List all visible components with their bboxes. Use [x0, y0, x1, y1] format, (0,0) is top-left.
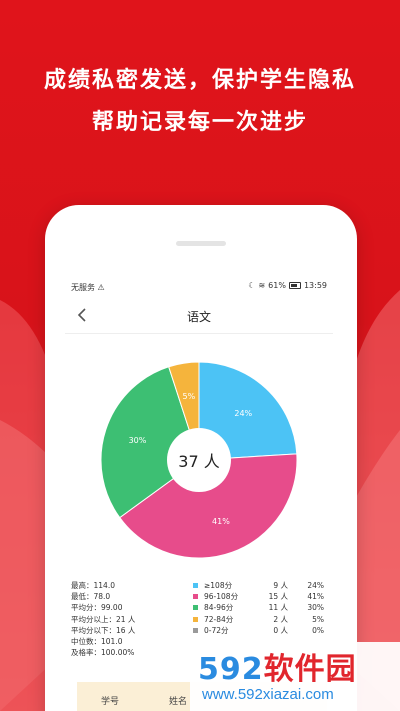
status-bar: 无服务 ⚠ ☾ ≋ 61% 13:59	[65, 278, 333, 296]
legend-swatch	[193, 583, 198, 589]
battery-percent: 61%	[268, 281, 286, 290]
column-header-name[interactable]: 姓名	[169, 694, 187, 707]
legend-count: 9 人	[273, 581, 288, 590]
pie-slice-label-2: 30%	[129, 436, 147, 445]
score-pie-chart: 24% 41% 30% 5% 37 人	[97, 358, 301, 562]
stat-average: 平均分：99.00	[71, 603, 123, 613]
legend-label: ≥108分	[204, 581, 233, 590]
legend-percent: 41%	[307, 592, 324, 602]
headline-line-2: 帮助记录每一次进步	[91, 110, 308, 135]
stat-median: 中位数：101.0	[71, 637, 123, 647]
watermark-url: www.592xiazai.com	[202, 686, 334, 703]
stat-pass-rate: 及格率：100.00%	[71, 648, 135, 658]
legend-label: 72-84分	[204, 614, 234, 624]
legend-row: 96-108分 15 人 41%	[193, 591, 327, 602]
stat-above-average: 平均分以上：21 人	[71, 614, 136, 624]
moon-icon: ☾	[248, 281, 256, 290]
legend-label: 84-96分	[204, 603, 234, 613]
stat-below-average: 平均分以下：16 人	[71, 625, 136, 635]
legend-swatch	[193, 627, 198, 633]
stat-min: 最低：78.0	[71, 592, 111, 602]
battery-icon	[288, 282, 301, 289]
legend-count: 2 人	[273, 614, 288, 624]
pie-slice-label-3: 5%	[183, 392, 196, 401]
pie-slice-label-1: 41%	[212, 517, 230, 526]
legend-percent: 24%	[307, 581, 324, 590]
legend-percent: 5%	[312, 614, 324, 624]
nav-bar: 语文	[65, 296, 333, 334]
wifi-icon: ≋	[258, 281, 266, 290]
legend-swatch	[193, 605, 198, 611]
phone-mockup: 无服务 ⚠ ☾ ≋ 61% 13:59 语文 24% 41% 30% 5% 37 人 …	[45, 205, 357, 711]
phone-speaker	[176, 241, 226, 246]
warning-icon: ⚠	[97, 283, 105, 292]
legend-label: 0-72分	[204, 625, 229, 635]
pie-center-label: 37 人	[167, 428, 231, 492]
legend-row: 84-96分 11 人 30%	[193, 602, 327, 613]
column-header-student-id[interactable]: 学号	[101, 694, 119, 707]
legend-label: 96-108分	[204, 592, 239, 602]
score-legend: ≥108分 9 人 24% 96-108分 15 人 41% 84-96分 11…	[193, 580, 327, 636]
clock-time: 13:59	[303, 281, 327, 290]
legend-percent: 30%	[307, 603, 324, 613]
headline-line-1: 成绩私密发送，保护学生隐私	[43, 68, 356, 93]
legend-swatch	[193, 616, 198, 622]
stats-list: 最高：114.0 最低：78.0 平均分：99.00 平均分以上：21 人 平均…	[71, 580, 191, 658]
page-title: 语文	[186, 310, 211, 324]
watermark-logo: 592软件园	[198, 652, 357, 687]
legend-count: 15 人	[268, 592, 288, 602]
legend-percent: 0%	[312, 625, 324, 635]
carrier-text: 无服务	[71, 283, 95, 292]
legend-swatch	[193, 594, 198, 600]
legend-count: 0 人	[273, 625, 288, 635]
pie-slice-label-0: 24%	[234, 409, 252, 418]
stat-max: 最高：114.0	[71, 581, 115, 590]
site-watermark: 592软件园 www.592xiazai.com	[190, 642, 400, 711]
legend-row: ≥108分 9 人 24%	[193, 580, 327, 591]
legend-row: 0-72分 0 人 0%	[193, 625, 327, 636]
legend-row: 72-84分 2 人 5%	[193, 614, 327, 625]
legend-count: 11 人	[268, 603, 288, 613]
